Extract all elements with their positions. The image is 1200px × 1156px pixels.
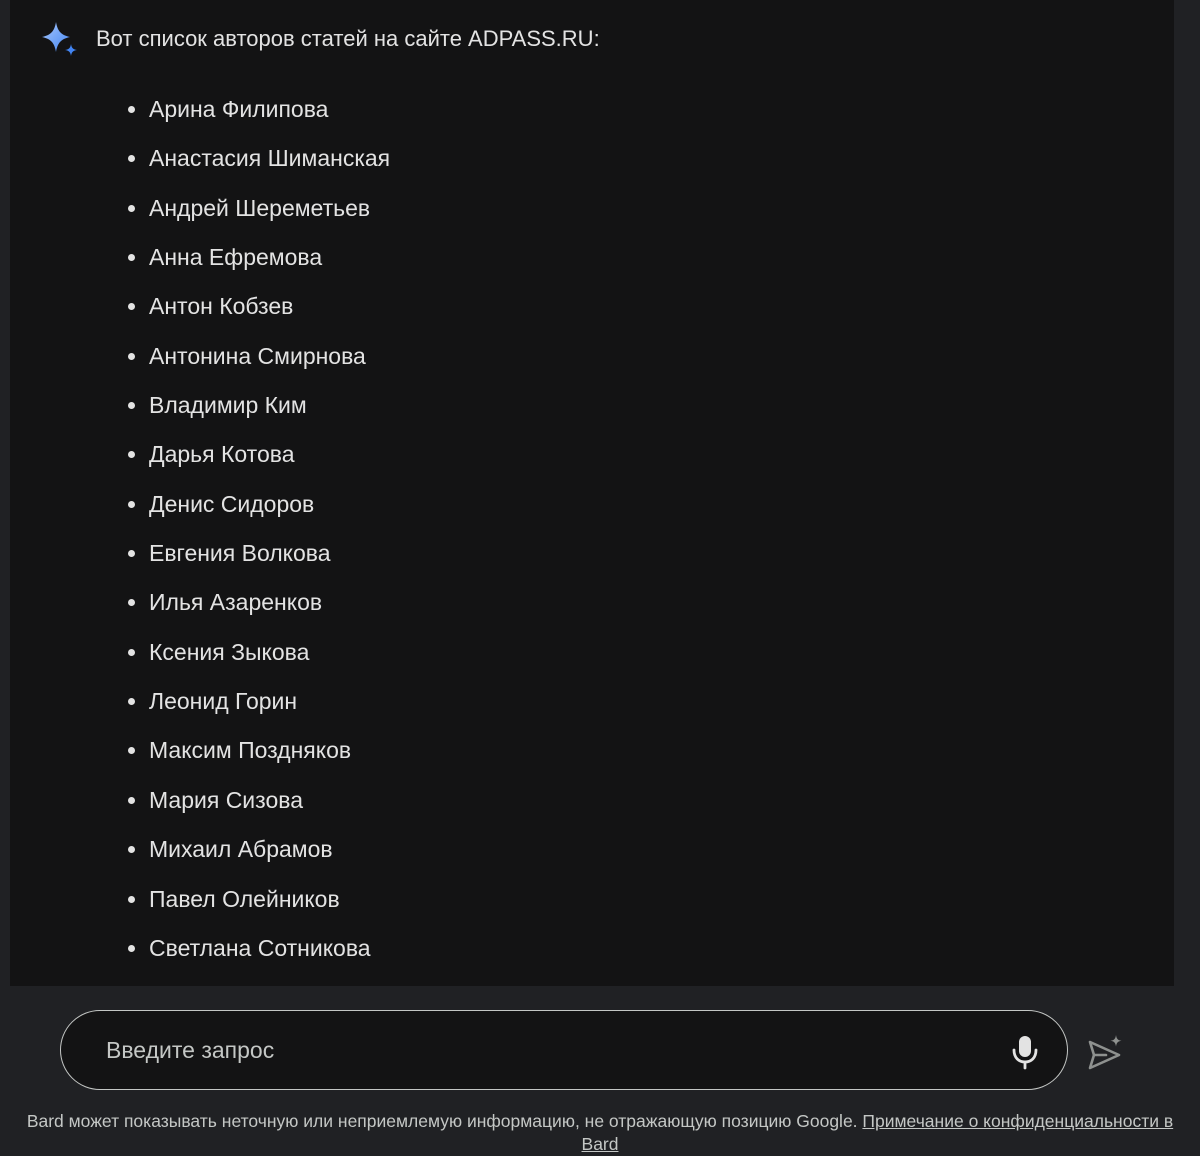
bullet [128, 599, 135, 607]
author-name: Ксения Зыкова [149, 638, 310, 665]
author-name: Владимир Ким [149, 392, 307, 419]
list-item: Анна Ефремова [124, 242, 390, 291]
list-item: Леонид Горин [124, 686, 390, 735]
list-item: Антон Кобзев [124, 291, 390, 340]
bullet [128, 698, 135, 706]
author-name: Леонид Горин [149, 688, 298, 715]
bullet [128, 204, 135, 212]
response-panel: Вот список авторов статей на сайте ADPAS… [10, 0, 1174, 986]
list-item: Андрей Шереметьев [124, 193, 390, 242]
list-item: Дарья Котова [124, 439, 390, 488]
prompt-input-area[interactable] [60, 1010, 1068, 1090]
author-name: Михаил Абрамов [149, 836, 333, 863]
bullet [128, 500, 135, 508]
bullet [128, 402, 135, 410]
list-item: Михаил Абрамов [124, 834, 390, 883]
list-item: Мария Сизова [124, 785, 390, 834]
author-list: Арина Филипова Анастасия Шиманская Андре… [124, 94, 390, 982]
bullet [128, 846, 135, 854]
bullet [128, 747, 135, 755]
bullet [128, 254, 135, 262]
author-name: Антонина Смирнова [149, 342, 366, 369]
list-item: Максим Поздняков [124, 735, 390, 784]
author-name: Анна Ефремова [149, 244, 323, 271]
bullet [128, 451, 135, 459]
author-name: Павел Олейников [149, 885, 340, 912]
sparkle-icon [42, 22, 77, 56]
author-name: Светлана Сотникова [149, 934, 371, 961]
author-name: Денис Сидоров [149, 490, 315, 517]
bullet [128, 550, 135, 558]
prompt-input[interactable] [106, 1029, 986, 1071]
list-item: Антонина Смирнова [124, 341, 390, 390]
list-item: Денис Сидоров [124, 489, 390, 538]
list-item: Евгения Волкова [124, 538, 390, 587]
bullet [128, 944, 135, 952]
bullet [128, 895, 135, 903]
author-name: Максим Поздняков [149, 737, 352, 764]
list-item: Илья Азаренков [124, 587, 390, 636]
bullet [128, 352, 135, 360]
bullet [128, 106, 135, 113]
send-icon[interactable] [1086, 1034, 1126, 1072]
list-item: Ксения Зыкова [124, 637, 390, 686]
author-name: Антон Кобзев [149, 293, 294, 320]
author-name: Андрей Шереметьев [149, 194, 371, 221]
list-item: Арина Филипова [124, 94, 390, 143]
author-name: Арина Филипова [149, 96, 329, 122]
bullet [128, 648, 135, 656]
bullet [128, 155, 135, 163]
author-name: Евгения Волкова [149, 540, 331, 567]
response-intro: Вот список авторов статей на сайте ADPAS… [96, 26, 600, 51]
list-item: Светлана Сотникова [124, 933, 390, 982]
author-name: Илья Азаренков [149, 589, 323, 616]
author-name: Дарья Котова [149, 441, 295, 468]
list-item: Анастасия Шиманская [124, 143, 390, 192]
list-item: Павел Олейников [124, 884, 390, 933]
bullet [128, 796, 135, 804]
disclaimer-text: Bard может показывать неточную или непри… [26, 1111, 858, 1131]
author-name: Мария Сизова [149, 786, 303, 813]
list-item: Владимир Ким [124, 390, 390, 439]
bullet [128, 303, 135, 311]
author-name: Анастасия Шиманская [149, 145, 391, 172]
disclaimer: Bard может показывать неточную или непри… [10, 1110, 1190, 1156]
microphone-icon[interactable] [1007, 1031, 1043, 1071]
